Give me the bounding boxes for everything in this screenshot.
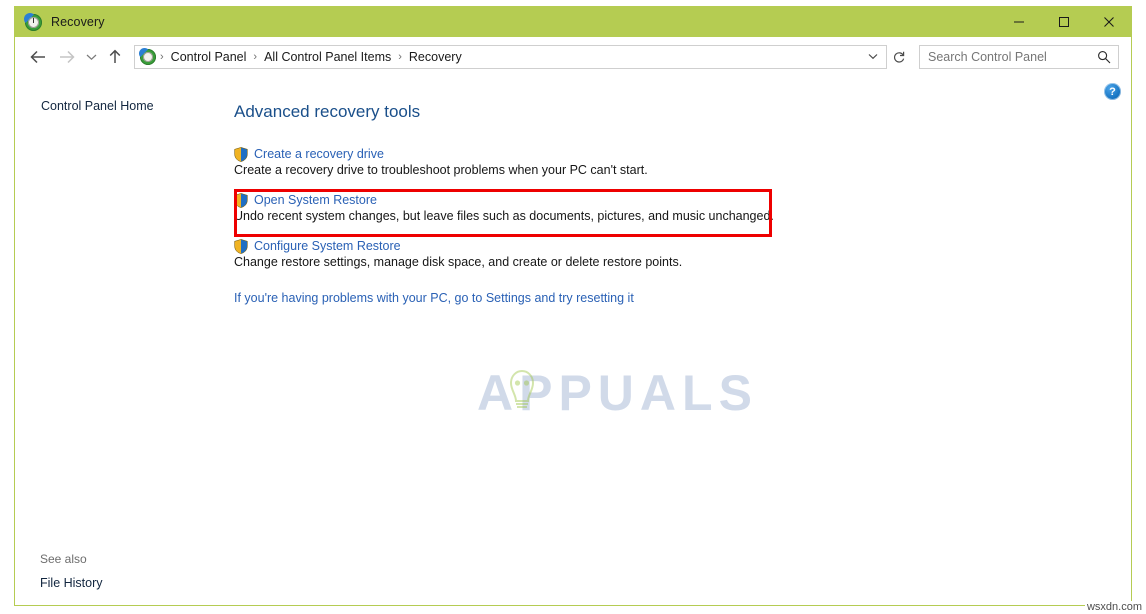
window-controls	[996, 7, 1131, 37]
search-input[interactable]: Search Control Panel	[919, 44, 1119, 69]
breadcrumb-item-all-control-panel-items[interactable]: All Control Panel Items	[261, 50, 394, 64]
breadcrumb-item-recovery[interactable]: Recovery	[406, 50, 465, 64]
back-arrow-icon[interactable]	[25, 44, 51, 70]
recovery-window: Recovery › Control Panel › All Control P…	[14, 6, 1132, 606]
task-description: Change restore settings, manage disk spa…	[234, 255, 683, 269]
task-open-system-restore: Open System Restore Undo recent system c…	[234, 192, 774, 224]
sidebar-item-control-panel-home[interactable]: Control Panel Home	[41, 99, 154, 113]
chevron-down-icon[interactable]	[81, 44, 101, 70]
task-create-recovery-drive: Create a recovery drive Create a recover…	[234, 146, 648, 178]
task-title-row[interactable]: Create a recovery drive	[234, 146, 648, 162]
breadcrumb-dropdown-icon[interactable]	[860, 51, 886, 63]
breadcrumb-separator: ›	[253, 50, 258, 63]
task-description: Undo recent system changes, but leave fi…	[234, 209, 774, 223]
task-configure-system-restore: Configure System Restore Change restore …	[234, 238, 683, 270]
uac-shield-icon	[234, 147, 248, 162]
uac-shield-icon	[234, 239, 248, 254]
close-button[interactable]	[1086, 7, 1131, 37]
task-title-row[interactable]: Configure System Restore	[234, 238, 682, 254]
task-link[interactable]: Open System Restore	[254, 193, 377, 207]
sidebar: Control Panel Home See also File History	[15, 76, 220, 605]
forward-arrow-icon	[53, 44, 79, 70]
task-description: Create a recovery drive to troubleshoot …	[234, 163, 648, 177]
search-placeholder: Search Control Panel	[928, 49, 1047, 64]
task-title-row[interactable]: Open System Restore	[234, 192, 774, 208]
content-area: ? Control Panel Home See also File Histo…	[15, 76, 1131, 605]
recovery-icon	[24, 12, 42, 31]
site-watermark: wsxdn.com	[1084, 601, 1144, 613]
page-title: Advanced recovery tools	[234, 102, 421, 121]
breadcrumb-recovery-icon	[139, 47, 156, 65]
task-link[interactable]: Configure System Restore	[254, 239, 401, 253]
search-icon[interactable]	[1097, 50, 1111, 64]
sidebar-item-file-history[interactable]: File History	[40, 576, 103, 590]
main-pane: Advanced recovery tools Create a recover…	[220, 76, 1131, 605]
window-title: Recovery	[51, 15, 105, 29]
breadcrumb[interactable]: › Control Panel › All Control Panel Item…	[134, 44, 887, 69]
up-arrow-icon[interactable]	[103, 44, 127, 70]
task-link[interactable]: Create a recovery drive	[254, 147, 384, 161]
refresh-icon[interactable]	[887, 45, 911, 69]
maximize-button[interactable]	[1041, 7, 1086, 37]
uac-shield-icon	[234, 193, 248, 208]
breadcrumb-separator: ›	[160, 50, 164, 63]
breadcrumb-item-control-panel[interactable]: Control Panel	[168, 50, 250, 64]
breadcrumb-separator: ›	[398, 50, 402, 63]
address-bar: › Control Panel › All Control Panel Item…	[15, 37, 1131, 76]
appuals-logo-icon	[509, 369, 535, 408]
minimize-button[interactable]	[996, 7, 1041, 37]
title-bar: Recovery	[15, 7, 1131, 37]
sidebar-see-also-label: See also	[40, 552, 87, 566]
reset-pc-link[interactable]: If you're having problems with your PC, …	[234, 291, 634, 305]
